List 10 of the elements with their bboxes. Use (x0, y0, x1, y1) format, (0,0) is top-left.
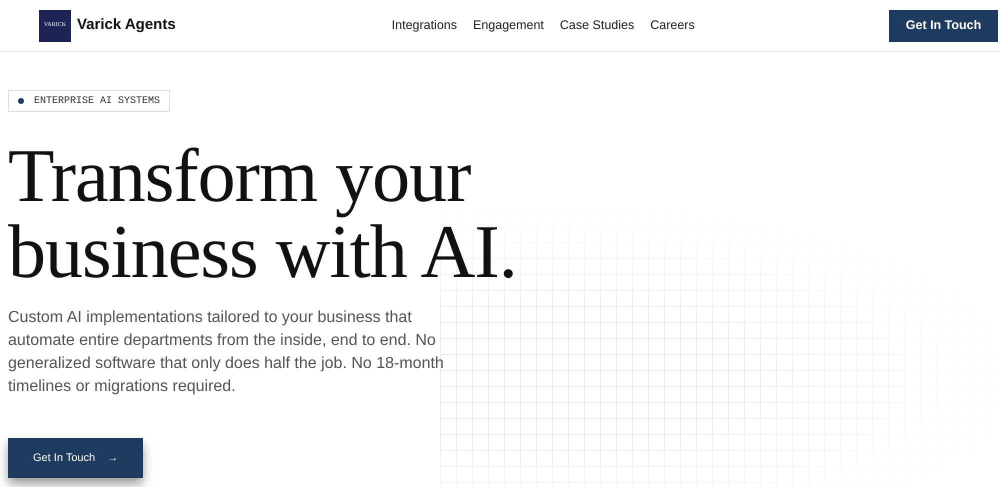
get-in-touch-button[interactable]: Get In Touch → (8, 438, 144, 478)
brand-name: Varick Agents (77, 15, 176, 36)
arrow-icon: → (107, 450, 118, 466)
hero-description: Custom AI implementations tailored to your business that automate entire departments from the inside, end to end. No generalized software that only does half the job. No 18-month timelines or migrations required. (8, 308, 445, 397)
get-in-touch-button[interactable]: Get In Touch (889, 10, 998, 42)
nav-link[interactable]: Integrations (392, 16, 457, 35)
nav-link[interactable]: Careers (650, 16, 695, 35)
nav-link[interactable]: Engagement (473, 16, 544, 35)
badge-label: ENTERPRISE AI SYSTEMS (34, 94, 160, 108)
nav-link[interactable]: Case Studies (560, 16, 634, 35)
